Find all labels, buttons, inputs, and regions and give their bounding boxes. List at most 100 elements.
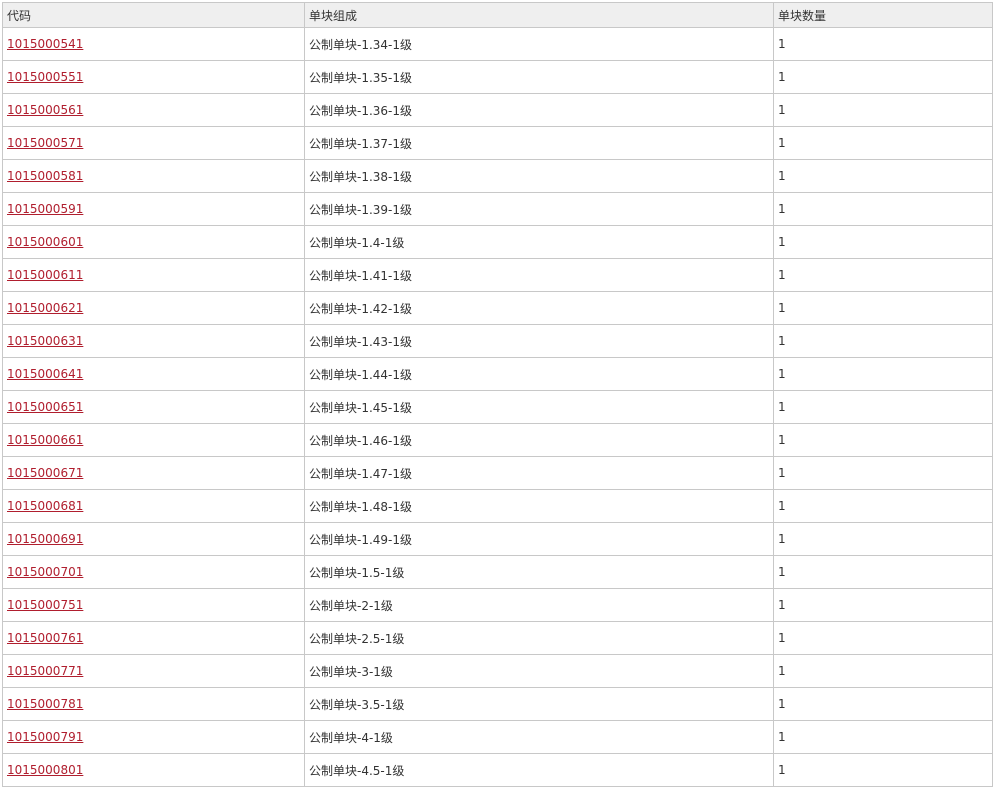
cell-quantity: 1 — [773, 489, 993, 523]
code-link[interactable]: 1015000641 — [7, 367, 83, 381]
table-row: 1015000561 公制单块-1.36-1级 1 — [2, 93, 993, 127]
cell-quantity: 1 — [773, 687, 993, 721]
code-link[interactable]: 1015000571 — [7, 136, 83, 150]
table-row: 1015000791 公制单块-4-1级 1 — [2, 720, 993, 754]
table-row: 1015000641 公制单块-1.44-1级 1 — [2, 357, 993, 391]
cell-code: 1015000781 — [2, 687, 305, 721]
table-row: 1015000601 公制单块-1.4-1级 1 — [2, 225, 993, 259]
cell-quantity: 1 — [773, 390, 993, 424]
code-link[interactable]: 1015000671 — [7, 466, 83, 480]
code-link[interactable]: 1015000761 — [7, 631, 83, 645]
code-link[interactable]: 1015000701 — [7, 565, 83, 579]
code-link[interactable]: 1015000611 — [7, 268, 83, 282]
code-link[interactable]: 1015000691 — [7, 532, 83, 546]
table-row: 1015000701 公制单块-1.5-1级 1 — [2, 555, 993, 589]
cell-code: 1015000631 — [2, 324, 305, 358]
table-row: 1015000781 公制单块-3.5-1级 1 — [2, 687, 993, 721]
code-link[interactable]: 1015000621 — [7, 301, 83, 315]
table-row: 1015000691 公制单块-1.49-1级 1 — [2, 522, 993, 556]
cell-code: 1015000681 — [2, 489, 305, 523]
cell-code: 1015000641 — [2, 357, 305, 391]
cell-code: 1015000561 — [2, 93, 305, 127]
cell-code: 1015000751 — [2, 588, 305, 622]
cell-quantity: 1 — [773, 27, 993, 61]
cell-code: 1015000661 — [2, 423, 305, 457]
table-row: 1015000761 公制单块-2.5-1级 1 — [2, 621, 993, 655]
cell-quantity: 1 — [773, 225, 993, 259]
cell-composition: 公制单块-1.47-1级 — [304, 456, 774, 490]
table-row: 1015000611 公制单块-1.41-1级 1 — [2, 258, 993, 292]
cell-quantity: 1 — [773, 423, 993, 457]
cell-quantity: 1 — [773, 621, 993, 655]
cell-composition: 公制单块-3-1级 — [304, 654, 774, 688]
cell-code: 1015000651 — [2, 390, 305, 424]
header-quantity: 单块数量 — [773, 2, 993, 28]
code-link[interactable]: 1015000791 — [7, 730, 83, 744]
cell-quantity: 1 — [773, 192, 993, 226]
cell-quantity: 1 — [773, 93, 993, 127]
code-link[interactable]: 1015000781 — [7, 697, 83, 711]
cell-code: 1015000791 — [2, 720, 305, 754]
cell-quantity: 1 — [773, 522, 993, 556]
cell-quantity: 1 — [773, 126, 993, 160]
cell-composition: 公制单块-1.39-1级 — [304, 192, 774, 226]
cell-composition: 公制单块-1.5-1级 — [304, 555, 774, 589]
code-link[interactable]: 1015000581 — [7, 169, 83, 183]
table-body: 1015000541 公制单块-1.34-1级 1 1015000551 公制单块-1.… — [2, 27, 993, 787]
table-row: 1015000541 公制单块-1.34-1级 1 — [2, 27, 993, 61]
table-row: 1015000661 公制单块-1.46-1级 1 — [2, 423, 993, 457]
cell-code: 1015000671 — [2, 456, 305, 490]
code-link[interactable]: 1015000541 — [7, 37, 83, 51]
table-row: 1015000551 公制单块-1.35-1级 1 — [2, 60, 993, 94]
cell-quantity: 1 — [773, 357, 993, 391]
cell-quantity: 1 — [773, 258, 993, 292]
cell-composition: 公制单块-4-1级 — [304, 720, 774, 754]
cell-quantity: 1 — [773, 159, 993, 193]
code-link[interactable]: 1015000771 — [7, 664, 83, 678]
header-composition: 单块组成 — [304, 2, 774, 28]
cell-composition: 公制单块-1.4-1级 — [304, 225, 774, 259]
table-row: 1015000671 公制单块-1.47-1级 1 — [2, 456, 993, 490]
code-link[interactable]: 1015000601 — [7, 235, 83, 249]
cell-composition: 公制单块-4.5-1级 — [304, 753, 774, 787]
cell-composition: 公制单块-1.35-1级 — [304, 60, 774, 94]
cell-composition: 公制单块-2-1级 — [304, 588, 774, 622]
cell-quantity: 1 — [773, 291, 993, 325]
cell-code: 1015000691 — [2, 522, 305, 556]
cell-composition: 公制单块-1.41-1级 — [304, 258, 774, 292]
code-link[interactable]: 1015000551 — [7, 70, 83, 84]
cell-composition: 公制单块-1.38-1级 — [304, 159, 774, 193]
code-link[interactable]: 1015000751 — [7, 598, 83, 612]
gauge-block-table: 代码 单块组成 单块数量 1015000541 公制单块-1.34-1级 1 1015… — [2, 2, 993, 787]
code-link[interactable]: 1015000651 — [7, 400, 83, 414]
cell-quantity: 1 — [773, 753, 993, 787]
code-link[interactable]: 1015000661 — [7, 433, 83, 447]
cell-composition: 公制单块-1.48-1级 — [304, 489, 774, 523]
cell-composition: 公制单块-1.43-1级 — [304, 324, 774, 358]
cell-quantity: 1 — [773, 654, 993, 688]
table-row: 1015000621 公制单块-1.42-1级 1 — [2, 291, 993, 325]
code-link[interactable]: 1015000681 — [7, 499, 83, 513]
cell-quantity: 1 — [773, 588, 993, 622]
table-row: 1015000571 公制单块-1.37-1级 1 — [2, 126, 993, 160]
cell-code: 1015000591 — [2, 192, 305, 226]
cell-composition: 公制单块-1.36-1级 — [304, 93, 774, 127]
code-link[interactable]: 1015000631 — [7, 334, 83, 348]
cell-code: 1015000621 — [2, 291, 305, 325]
cell-code: 1015000761 — [2, 621, 305, 655]
table-row: 1015000771 公制单块-3-1级 1 — [2, 654, 993, 688]
table-row: 1015000801 公制单块-4.5-1级 1 — [2, 753, 993, 787]
code-link[interactable]: 1015000801 — [7, 763, 83, 777]
cell-composition: 公制单块-3.5-1级 — [304, 687, 774, 721]
cell-composition: 公制单块-1.34-1级 — [304, 27, 774, 61]
header-code: 代码 — [2, 2, 305, 28]
cell-code: 1015000801 — [2, 753, 305, 787]
cell-quantity: 1 — [773, 60, 993, 94]
table-header-row: 代码 单块组成 单块数量 — [2, 2, 993, 28]
cell-composition: 公制单块-1.49-1级 — [304, 522, 774, 556]
code-link[interactable]: 1015000561 — [7, 103, 83, 117]
code-link[interactable]: 1015000591 — [7, 202, 83, 216]
cell-composition: 公制单块-1.45-1级 — [304, 390, 774, 424]
cell-code: 1015000611 — [2, 258, 305, 292]
table-row: 1015000631 公制单块-1.43-1级 1 — [2, 324, 993, 358]
